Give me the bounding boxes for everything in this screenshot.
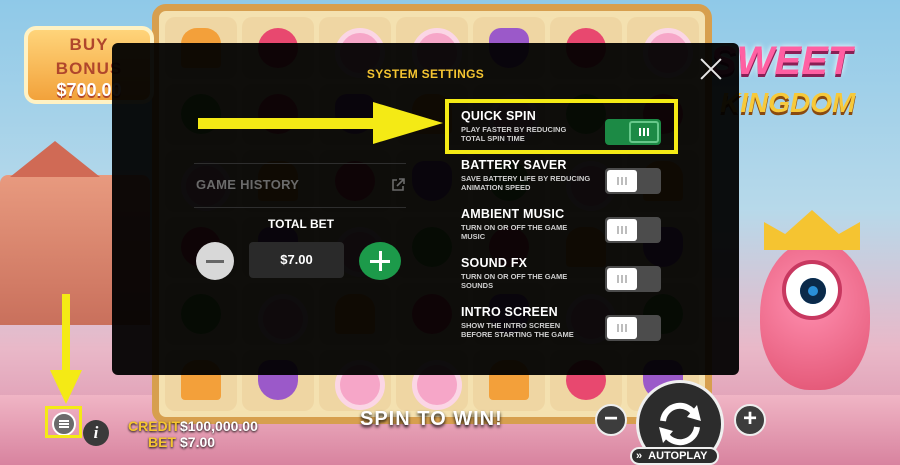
divider xyxy=(194,207,406,208)
mascot-eye xyxy=(782,260,842,320)
decrease-bet-button[interactable]: − xyxy=(595,404,627,436)
setting-description: TURN ON OR OFF THE GAME SOUNDS xyxy=(461,272,568,290)
fast-forward-icon: » xyxy=(636,450,643,462)
autoplay-button[interactable]: » AUTOPLAY xyxy=(630,447,720,465)
total-bet-label: TOTAL BET xyxy=(268,217,334,231)
increase-bet-button[interactable]: + xyxy=(734,404,766,436)
setting-description: TURN ON OR OFF THE GAME MUSIC xyxy=(461,223,568,241)
bet-value: $7.00 xyxy=(180,434,216,450)
quick-spin-annotation-box xyxy=(445,99,678,154)
close-icon[interactable] xyxy=(697,55,725,83)
setting-intro-screen: INTRO SCREEN SHOW THE INTRO SCREEN BEFOR… xyxy=(461,305,661,347)
toggle-knob xyxy=(607,219,637,241)
info-button[interactable]: i xyxy=(83,420,109,446)
plus-icon: + xyxy=(742,405,757,432)
minus-icon: − xyxy=(603,405,618,432)
logo-line2: KINGDOM xyxy=(720,87,856,118)
game-history-label: GAME HISTORY xyxy=(196,177,300,192)
total-bet-value: $7.00 xyxy=(249,242,344,278)
total-bet-decrease-button[interactable] xyxy=(196,242,234,280)
ambient-music-toggle[interactable] xyxy=(605,217,661,243)
arrow-down-icon xyxy=(50,294,82,404)
mascot-character xyxy=(760,210,870,390)
intro-screen-toggle[interactable] xyxy=(605,315,661,341)
info-icon: i xyxy=(93,423,99,442)
toggle-knob xyxy=(607,317,637,339)
setting-ambient-music: AMBIENT MUSIC TURN ON OR OFF THE GAME MU… xyxy=(461,207,661,249)
bet-label: BET xyxy=(148,434,176,450)
modal-title: SYSTEM SETTINGS xyxy=(366,67,485,81)
setting-description: SAVE BATTERY LIFE BY REDUCING ANIMATION … xyxy=(461,174,591,192)
crown-icon xyxy=(764,210,860,250)
game-history-link[interactable]: GAME HISTORY xyxy=(196,163,406,207)
setting-description: SHOW THE INTRO SCREEN BEFORE STARTING TH… xyxy=(461,321,574,339)
total-bet-increase-button[interactable] xyxy=(359,242,401,280)
arrow-right-icon xyxy=(198,102,443,144)
credit-label: CREDIT xyxy=(128,418,181,434)
autoplay-label: AUTOPLAY xyxy=(648,450,708,462)
minus-icon xyxy=(206,259,224,263)
toggle-knob xyxy=(607,170,637,192)
menu-button-annotation-box xyxy=(45,406,82,438)
spin-to-win-banner: SPIN TO WIN! xyxy=(360,408,503,430)
spin-arrows-icon xyxy=(659,402,701,446)
credit-value: $100,000.00 xyxy=(180,418,258,434)
setting-battery-saver: BATTERY SAVER SAVE BATTERY LIFE BY REDUC… xyxy=(461,158,661,200)
external-link-icon xyxy=(392,178,405,191)
setting-sound-fx: SOUND FX TURN ON OR OFF THE GAME SOUNDS xyxy=(461,256,661,298)
sound-fx-toggle[interactable] xyxy=(605,266,661,292)
toggle-knob xyxy=(607,268,637,290)
battery-saver-toggle[interactable] xyxy=(605,168,661,194)
credit-bet-panel: CREDIT$100,000.00 BET $7.00 xyxy=(128,418,258,450)
system-settings-modal: SYSTEM SETTINGS GAME HISTORY TOTAL BET $… xyxy=(112,43,739,375)
